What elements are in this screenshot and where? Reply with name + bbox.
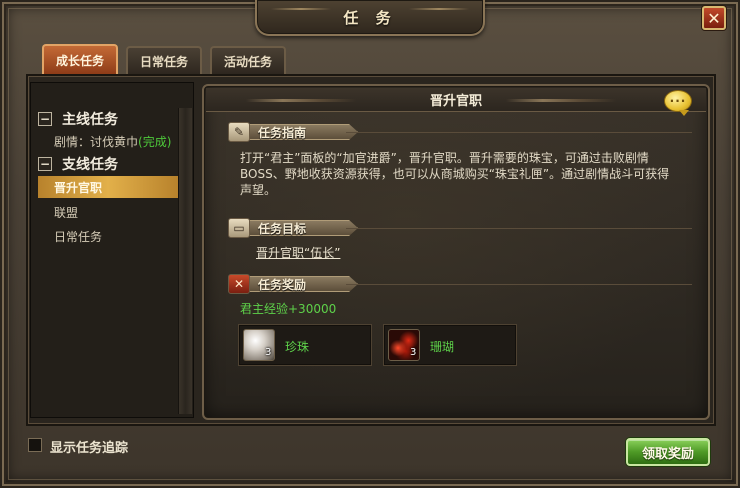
tree-item-alliance[interactable]: 联盟 xyxy=(38,201,178,223)
tree-group-main[interactable]: − 主线任务 xyxy=(38,108,118,130)
tree-group-branch-label: 支线任务 xyxy=(62,157,118,173)
reward-name: 珊瑚 xyxy=(430,340,455,354)
close-button[interactable]: ✕ xyxy=(702,6,726,30)
tree-group-branch[interactable]: − 支线任务 xyxy=(38,153,118,175)
main-quest-entry[interactable]: 剧情：讨伐黄巾(完成) xyxy=(54,133,171,150)
main-quest-status: (完成) xyxy=(138,135,172,149)
tab-growth-quests[interactable]: 成长任务 xyxy=(42,44,119,74)
window-title: 任 务 xyxy=(343,8,397,27)
reward-count: 3 xyxy=(265,347,272,358)
speech-icon: ▭ xyxy=(228,218,250,238)
header-ornament-left xyxy=(246,99,356,102)
claim-reward-button[interactable]: 领取奖励 xyxy=(626,438,710,466)
scroll-icon: ✎ xyxy=(228,122,250,142)
quest-tree-scrollbar[interactable] xyxy=(178,108,192,414)
divider xyxy=(346,132,692,133)
tree-item-daily[interactable]: 日常任务 xyxy=(38,225,178,247)
divider xyxy=(346,284,692,285)
track-quests-checkbox[interactable] xyxy=(28,438,42,452)
goal-link[interactable]: 晋升官职“伍长” xyxy=(256,244,340,261)
guide-label: 任务指南 xyxy=(258,125,307,140)
reward-name: 珍珠 xyxy=(285,340,310,354)
close-icon: ✕ xyxy=(707,8,721,28)
detail-header: 晋升官职 xyxy=(206,88,706,112)
tree-group-main-label: 主线任务 xyxy=(62,112,118,128)
chat-bubble-icon[interactable]: ··· xyxy=(664,90,692,116)
reward-banner: ✕ 任务奖励 xyxy=(228,274,358,294)
reward-slot-coral[interactable]: 3 珊瑚 xyxy=(383,324,517,366)
header-ornament-right xyxy=(506,99,616,102)
collapse-icon[interactable]: − xyxy=(38,157,52,171)
detail-title: 晋升官职 xyxy=(429,94,482,109)
reward-label: 任务奖励 xyxy=(258,277,307,292)
reward-exp: 君主经验+30000 xyxy=(240,302,337,316)
tab-event-quests[interactable]: 活动任务 xyxy=(210,46,287,74)
goal-banner: ▭ 任务目标 xyxy=(228,218,358,238)
reward-slot-pearl[interactable]: 3 珍珠 xyxy=(238,324,372,366)
divider xyxy=(346,228,692,229)
gift-icon: ✕ xyxy=(228,274,250,294)
main-quest-label: 剧情：讨伐黄巾 xyxy=(54,135,139,149)
collapse-icon[interactable]: − xyxy=(38,112,52,126)
goal-label: 任务目标 xyxy=(258,221,307,236)
tree-item-promotion[interactable]: 晋升官职 xyxy=(38,176,178,198)
guide-banner: ✎ 任务指南 xyxy=(228,122,358,142)
track-quests-label: 显示任务追踪 xyxy=(50,441,129,456)
quest-tabs: 成长任务 日常任务 活动任务 xyxy=(42,44,287,74)
guide-description: 打开“君主”面板的“加官进爵”，晋升官职。晋升需要的珠宝，可通过击败剧情BOSS… xyxy=(240,151,670,197)
reward-count: 3 xyxy=(410,347,417,358)
tab-daily-quests[interactable]: 日常任务 xyxy=(126,46,203,74)
window-title-plate: 任 务 xyxy=(255,0,485,36)
